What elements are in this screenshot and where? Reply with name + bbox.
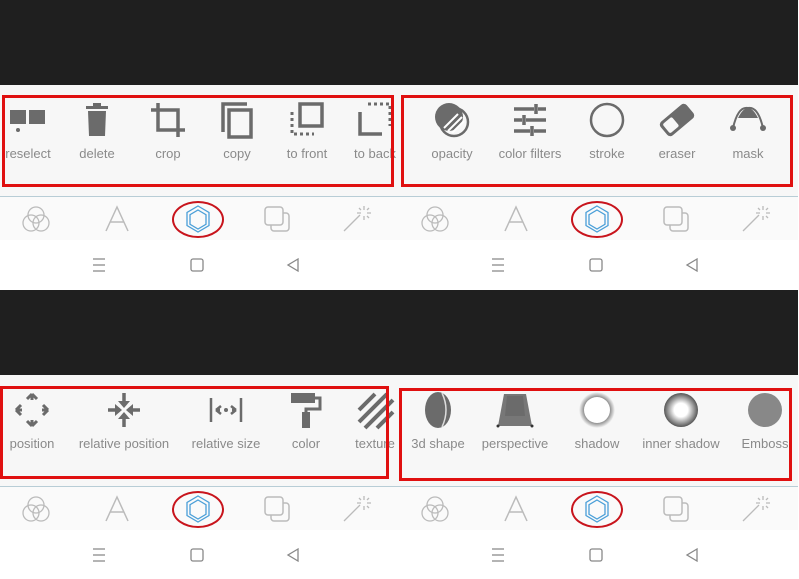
toolbar-highlight-box: [0, 386, 389, 479]
nav-back-triangle[interactable]: [683, 256, 701, 274]
magic-wand-icon: [340, 496, 372, 529]
canvas-area: [399, 0, 798, 85]
home-square-icon: [587, 548, 605, 568]
color-circles-icon: [20, 206, 52, 239]
text-icon: [101, 495, 133, 529]
color-circles-icon: [419, 206, 451, 239]
magic-wand-icon: [739, 206, 771, 239]
back-triangle-icon: [683, 547, 701, 568]
nav-home-square[interactable]: [587, 256, 605, 274]
active-tab-highlight: [571, 491, 623, 528]
back-triangle-icon: [284, 547, 302, 568]
app-screen-panel: opacity color filters stroke eraser mask: [399, 0, 798, 289]
tab-color-circles[interactable]: [20, 493, 52, 525]
tab-text[interactable]: [500, 493, 532, 525]
tab-magic-wand[interactable]: [739, 203, 771, 235]
menu-icon: [489, 258, 507, 278]
menu-icon: [489, 548, 507, 568]
layers-icon: [660, 206, 692, 239]
active-tab-highlight: [571, 201, 623, 238]
color-circles-icon: [20, 496, 52, 529]
nav-menu[interactable]: [489, 256, 507, 274]
home-square-icon: [188, 548, 206, 568]
nav-home-square[interactable]: [587, 546, 605, 564]
tab-layers[interactable]: [660, 203, 692, 235]
tab-layers[interactable]: [261, 203, 293, 235]
text-icon: [500, 205, 532, 239]
nav-home-square[interactable]: [188, 546, 206, 564]
toolbar-highlight-box: [399, 388, 792, 481]
tab-magic-wand[interactable]: [340, 493, 372, 525]
active-tab-highlight: [172, 201, 224, 238]
app-screen-panel: 3d shape perspective shadow inner shadow Emb…: [399, 290, 798, 579]
layers-icon: [261, 496, 293, 529]
back-triangle-icon: [284, 257, 302, 278]
toolbar-highlight-box: [401, 95, 793, 187]
canvas-area: [0, 0, 399, 85]
text-icon: [500, 495, 532, 529]
menu-icon: [90, 548, 108, 568]
nav-back-triangle[interactable]: [284, 256, 302, 274]
tab-magic-wand[interactable]: [739, 493, 771, 525]
layers-icon: [660, 496, 692, 529]
tab-text[interactable]: [101, 203, 133, 235]
active-tab-highlight: [172, 491, 224, 528]
nav-home-square[interactable]: [188, 256, 206, 274]
app-screen-panel: reselect delete crop copy to front to back: [0, 0, 399, 289]
nav-back-triangle[interactable]: [683, 546, 701, 564]
layers-icon: [261, 206, 293, 239]
text-icon: [101, 205, 133, 239]
magic-wand-icon: [340, 206, 372, 239]
canvas-area: [0, 290, 399, 375]
nav-menu[interactable]: [90, 256, 108, 274]
nav-back-triangle[interactable]: [284, 546, 302, 564]
home-square-icon: [587, 258, 605, 278]
tab-layers[interactable]: [261, 493, 293, 525]
canvas-area: [399, 290, 798, 375]
menu-icon: [90, 258, 108, 278]
color-circles-icon: [419, 496, 451, 529]
tab-color-circles[interactable]: [419, 203, 451, 235]
app-screen-panel: position relative position relative size co…: [0, 290, 399, 579]
tab-magic-wand[interactable]: [340, 203, 372, 235]
home-square-icon: [188, 258, 206, 278]
tab-text[interactable]: [101, 493, 133, 525]
back-triangle-icon: [683, 257, 701, 278]
tab-color-circles[interactable]: [419, 493, 451, 525]
magic-wand-icon: [739, 496, 771, 529]
tab-layers[interactable]: [660, 493, 692, 525]
toolbar-highlight-box: [2, 95, 394, 187]
nav-menu[interactable]: [90, 546, 108, 564]
tab-color-circles[interactable]: [20, 203, 52, 235]
tab-text[interactable]: [500, 203, 532, 235]
nav-menu[interactable]: [489, 546, 507, 564]
